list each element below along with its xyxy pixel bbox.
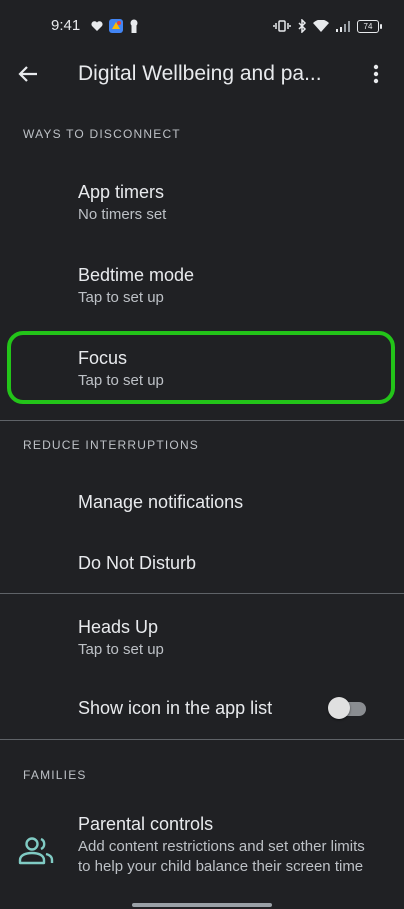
- divider: [0, 593, 404, 594]
- divider: [0, 739, 404, 740]
- item-subtitle: Tap to set up: [78, 641, 164, 658]
- battery-icon: 74: [357, 19, 382, 33]
- item-subtitle: Add content restrictions and set other l…: [78, 838, 365, 875]
- navigation-handle[interactable]: [132, 903, 272, 907]
- list-item-do-not-disturb[interactable]: Do Not Disturb: [0, 539, 404, 589]
- app-notification-icon: [109, 19, 123, 33]
- item-subtitle: Tap to set up: [78, 372, 164, 389]
- list-item-manage-notifications[interactable]: Manage notifications: [0, 478, 404, 528]
- item-title: Manage notifications: [78, 492, 244, 512]
- list-item-bedtime-mode[interactable]: Bedtime mode Tap to set up: [0, 253, 404, 323]
- status-right-icons: 74: [273, 17, 382, 35]
- section-header-reduce-interruptions: REDUCE INTERRUPTIONS: [23, 438, 200, 452]
- list-item-focus[interactable]: Focus Tap to set up: [0, 336, 404, 406]
- list-item-heads-up[interactable]: Heads Up Tap to set up: [0, 605, 404, 673]
- list-item-app-timers[interactable]: App timers No timers set: [0, 170, 404, 240]
- item-subtitle: Tap to set up: [78, 289, 164, 306]
- signal-icon: [336, 21, 350, 32]
- page-title: Digital Wellbeing and pa...: [78, 62, 322, 85]
- battery-level: 74: [363, 21, 373, 31]
- keyhole-icon: [130, 19, 138, 33]
- status-time: 9:41: [51, 17, 81, 34]
- bluetooth-icon: [298, 19, 307, 33]
- toggle-thumb: [328, 697, 350, 719]
- heart-icon: [91, 21, 103, 31]
- family-icon: [18, 837, 54, 865]
- item-title: Focus: [78, 348, 128, 368]
- status-bar: 9:41 74: [0, 0, 404, 48]
- item-title: Heads Up: [78, 617, 159, 637]
- item-subtitle: No timers set: [78, 206, 167, 223]
- app-bar: Digital Wellbeing and pa...: [0, 48, 404, 102]
- show-icon-toggle[interactable]: [328, 697, 366, 719]
- divider: [0, 420, 404, 421]
- back-button[interactable]: [14, 60, 42, 88]
- section-header-families: FAMILIES: [23, 768, 87, 782]
- vibrate-icon: [273, 20, 291, 32]
- item-title: App timers: [78, 182, 165, 202]
- status-left-icons: [91, 17, 139, 35]
- more-options-button[interactable]: [362, 60, 390, 88]
- item-title: Parental controls: [78, 814, 214, 834]
- item-title: Do Not Disturb: [78, 553, 197, 573]
- wifi-icon: [313, 19, 329, 32]
- more-vert-icon: [373, 64, 379, 84]
- arrow-back-icon: [18, 66, 37, 82]
- section-header-ways-to-disconnect: WAYS TO DISCONNECT: [23, 127, 181, 141]
- item-title: Show icon in the app list: [78, 698, 273, 718]
- item-title: Bedtime mode: [78, 265, 195, 285]
